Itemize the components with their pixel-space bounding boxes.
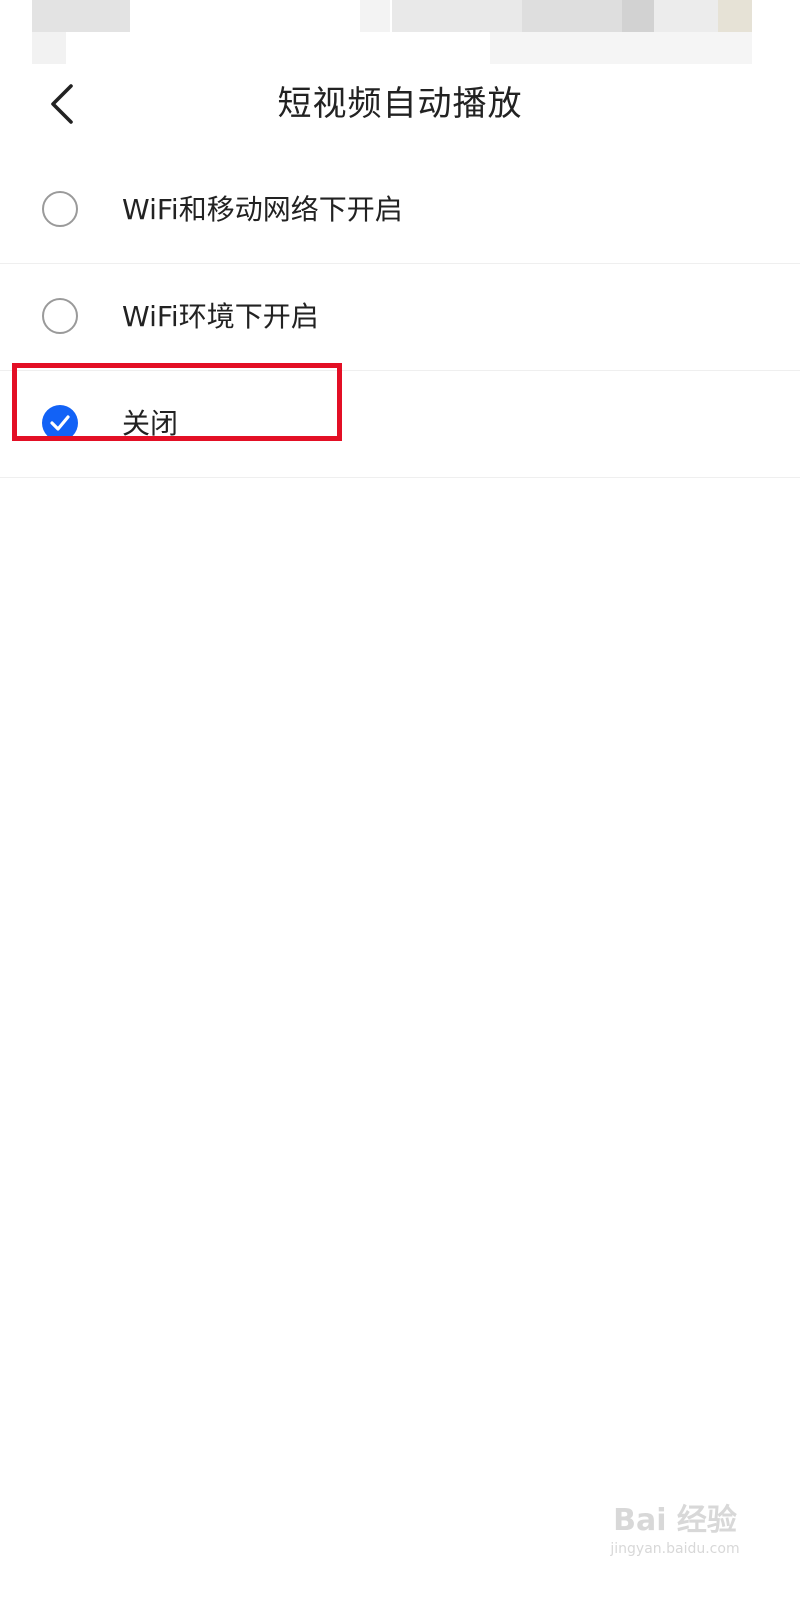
back-button[interactable]	[36, 78, 88, 130]
radio-unchecked-icon[interactable]	[42, 191, 78, 227]
option-label: WiFi和移动网络下开启	[122, 193, 403, 226]
option-wifi-and-mobile[interactable]: WiFi和移动网络下开启	[0, 157, 800, 264]
option-label: WiFi环境下开启	[122, 300, 319, 333]
header-bar: 短视频自动播放	[0, 64, 800, 144]
radio-checked-icon[interactable]	[42, 405, 78, 441]
option-off[interactable]: 关闭	[0, 371, 800, 478]
watermark-url: jingyan.baidu.com	[610, 1541, 740, 1557]
page-title: 短视频自动播放	[277, 84, 523, 124]
option-wifi-only[interactable]: WiFi环境下开启	[0, 264, 800, 371]
watermark-logo: Bai 经验	[613, 1503, 737, 1538]
watermark: Bai 经验 jingyan.baidu.com	[600, 1502, 750, 1572]
checkmark-icon	[50, 415, 70, 431]
chevron-left-icon	[51, 84, 73, 124]
radio-unchecked-icon[interactable]	[42, 298, 78, 334]
autoplay-option-list: WiFi和移动网络下开启 WiFi环境下开启 关闭	[0, 157, 800, 478]
option-label: 关闭	[122, 407, 179, 440]
status-bar	[0, 0, 800, 64]
